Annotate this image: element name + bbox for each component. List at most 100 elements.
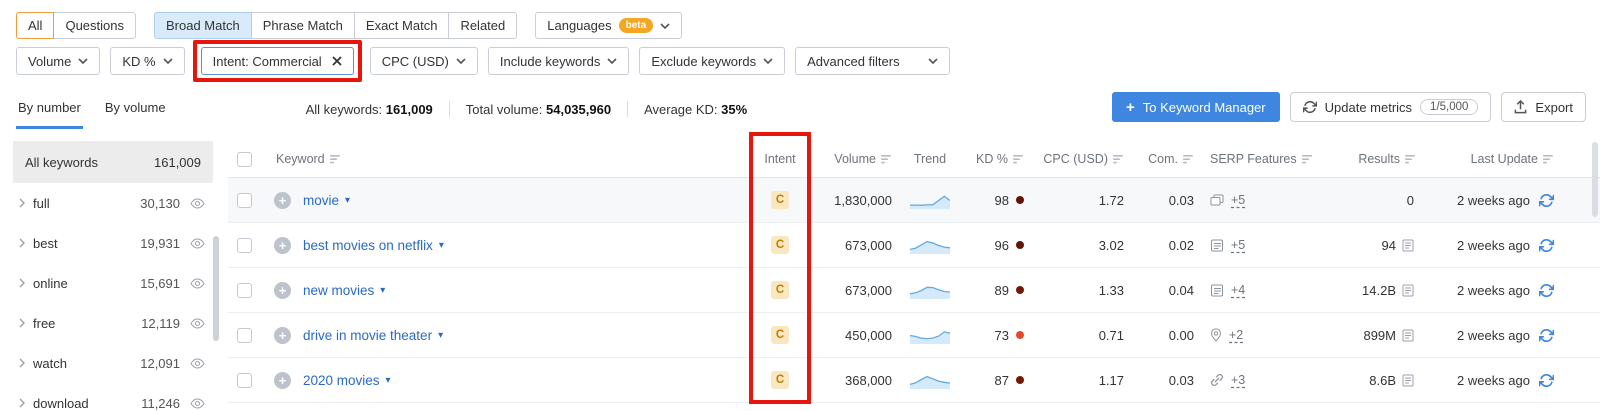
to-keyword-manager-button[interactable]: + To Keyword Manager — [1112, 92, 1280, 122]
keyword-link[interactable]: drive in movie theater▾ — [303, 328, 443, 343]
tab-by-volume[interactable]: By volume — [103, 89, 168, 129]
languages-dropdown[interactable]: Languages beta — [535, 12, 682, 39]
advanced-filters-dropdown[interactable]: Advanced filters — [795, 47, 950, 75]
tab-questions[interactable]: Questions — [53, 12, 136, 39]
sidebar-item-watch[interactable]: watch 12,091 — [13, 343, 213, 383]
add-keyword-icon[interactable]: + — [274, 192, 291, 209]
column-header-kd[interactable]: KD % — [976, 152, 1008, 166]
chevron-right-icon — [19, 358, 25, 368]
sort-icon[interactable] — [1405, 155, 1416, 164]
serp-preview-icon[interactable] — [1402, 284, 1414, 297]
keyword-link[interactable]: new movies▾ — [303, 283, 385, 298]
tab-phrase-match[interactable]: Phrase Match — [251, 12, 355, 39]
sort-icon[interactable] — [330, 155, 341, 164]
volume-filter-dropdown[interactable]: Volume — [16, 47, 100, 75]
refresh-icon[interactable] — [1539, 328, 1554, 343]
cpc-filter-dropdown[interactable]: CPC (USD) — [370, 47, 478, 75]
sidebar-item-full[interactable]: full 30,130 — [13, 183, 213, 223]
kd-value: 89 — [995, 283, 1009, 298]
exclude-keywords-label: Exclude keywords — [651, 54, 756, 69]
serp-features-link[interactable]: +4 — [1231, 283, 1245, 297]
column-header-keyword[interactable]: Keyword — [276, 152, 325, 166]
sidebar-item-label: free — [33, 316, 141, 331]
column-header-intent[interactable]: Intent — [764, 152, 795, 166]
refresh-icon[interactable] — [1539, 193, 1554, 208]
last-update-value: 2 weeks ago — [1457, 283, 1530, 298]
serp-features-link[interactable]: +2 — [1229, 328, 1243, 342]
column-header-trend[interactable]: Trend — [914, 152, 946, 166]
exclude-keywords-dropdown[interactable]: Exclude keywords — [639, 47, 785, 75]
column-header-cpc[interactable]: CPC (USD) — [1043, 152, 1108, 166]
row-checkbox[interactable] — [237, 283, 252, 298]
refresh-icon — [1303, 100, 1317, 114]
row-checkbox[interactable] — [237, 238, 252, 253]
sort-icon[interactable] — [881, 155, 892, 164]
add-keyword-icon[interactable]: + — [274, 327, 291, 344]
results-value: 94 — [1382, 238, 1396, 253]
featured-snippet-icon — [1210, 239, 1224, 252]
eye-icon[interactable] — [190, 318, 205, 329]
keyword-link[interactable]: best movies on netflix▾ — [303, 238, 444, 253]
column-header-last-update[interactable]: Last Update — [1471, 152, 1538, 166]
update-metrics-button[interactable]: Update metrics 1/5,000 — [1290, 92, 1492, 122]
keyword-link[interactable]: movie▾ — [303, 193, 350, 208]
column-header-results[interactable]: Results — [1358, 152, 1400, 166]
kd-dot — [1016, 376, 1024, 384]
row-checkbox[interactable] — [237, 373, 252, 388]
content: All keywords 161,009 full 30,130 best 19… — [0, 141, 1600, 411]
sort-icon[interactable] — [1183, 155, 1194, 164]
include-keywords-dropdown[interactable]: Include keywords — [488, 47, 629, 75]
tab-broad-match[interactable]: Broad Match — [154, 12, 252, 39]
select-all-checkbox[interactable] — [237, 152, 252, 167]
serp-features-link[interactable]: +3 — [1231, 373, 1245, 387]
serp-features-link[interactable]: +5 — [1231, 238, 1245, 252]
featured-snippet-icon — [1210, 284, 1224, 297]
sidebar-item-free[interactable]: free 12,119 — [13, 303, 213, 343]
refresh-icon[interactable] — [1539, 373, 1554, 388]
sort-icon[interactable] — [1543, 155, 1554, 164]
row-checkbox[interactable] — [237, 193, 252, 208]
eye-icon[interactable] — [190, 198, 205, 209]
sidebar-scrollbar[interactable] — [213, 236, 219, 341]
tab-all[interactable]: All — [16, 12, 54, 39]
sidebar-item-online[interactable]: online 15,691 — [13, 263, 213, 303]
eye-icon[interactable] — [190, 398, 205, 409]
chevron-right-icon — [19, 198, 25, 208]
serp-features-link[interactable]: +5 — [1231, 193, 1245, 207]
serp-preview-icon[interactable] — [1402, 329, 1414, 342]
sidebar-item-best[interactable]: best 19,931 — [13, 223, 213, 263]
serp-preview-icon[interactable] — [1402, 374, 1414, 387]
refresh-icon[interactable] — [1539, 283, 1554, 298]
chevron-right-icon — [19, 318, 25, 328]
sort-icon[interactable] — [1302, 155, 1313, 164]
eye-icon[interactable] — [190, 238, 205, 249]
match-type-bar: All Questions Broad Match Phrase Match E… — [0, 0, 1600, 39]
tab-exact-match[interactable]: Exact Match — [354, 12, 450, 39]
average-kd-value: 35% — [721, 102, 747, 117]
tab-related[interactable]: Related — [448, 12, 517, 39]
add-keyword-icon[interactable]: + — [274, 237, 291, 254]
table-scrollbar[interactable] — [1592, 142, 1598, 217]
intent-filter-chip[interactable]: Intent: Commercial — [201, 47, 354, 75]
column-header-com[interactable]: Com. — [1148, 152, 1178, 166]
sidebar-item-download[interactable]: download 11,246 — [13, 383, 213, 411]
refresh-icon[interactable] — [1539, 238, 1554, 253]
export-button[interactable]: Export — [1501, 92, 1586, 122]
close-icon[interactable] — [332, 56, 342, 66]
kd-filter-dropdown[interactable]: KD % — [110, 47, 184, 75]
eye-icon[interactable] — [190, 278, 205, 289]
add-keyword-icon[interactable]: + — [274, 372, 291, 389]
column-header-serp-features[interactable]: SERP Features — [1210, 152, 1297, 166]
keyword-link[interactable]: 2020 movies▾ — [303, 373, 391, 388]
sidebar-item-all-keywords[interactable]: All keywords 161,009 — [13, 141, 213, 183]
kd-dot — [1016, 196, 1024, 204]
tab-by-number[interactable]: By number — [16, 89, 83, 129]
add-keyword-icon[interactable]: + — [274, 282, 291, 299]
eye-icon[interactable] — [190, 358, 205, 369]
trend-sparkline — [910, 371, 950, 389]
serp-preview-icon[interactable] — [1402, 239, 1414, 252]
column-header-volume[interactable]: Volume — [834, 152, 876, 166]
sort-icon[interactable] — [1013, 155, 1024, 164]
row-checkbox[interactable] — [237, 328, 252, 343]
sort-icon[interactable] — [1113, 155, 1124, 164]
